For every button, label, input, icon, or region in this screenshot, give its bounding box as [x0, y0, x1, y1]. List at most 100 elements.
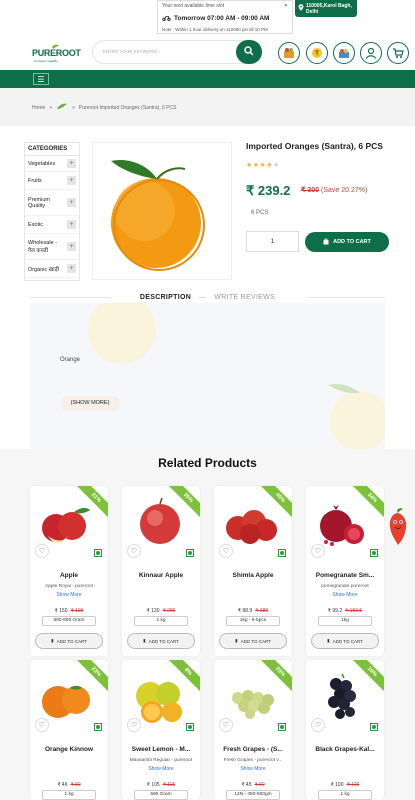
product-card[interactable]: 45% ♡ Shimla Apple ₹ 98.9 ₹ 180 1kg - 6-5pcs ▮… — [214, 486, 292, 656]
heart-icon[interactable]: ♡ — [311, 544, 325, 558]
veg-mark-icon — [370, 549, 378, 557]
mrp-value: ₹ 300 — [301, 187, 320, 194]
product-card[interactable]: 16%♡Black Grapes-Kal...₹ 100₹ 1201 kg▮AD… — [306, 660, 384, 800]
veg-mark-icon — [370, 723, 378, 731]
sale-price: ₹ 98.9 — [237, 608, 253, 614]
coin-offer-icon[interactable]: ₹ — [306, 42, 328, 64]
category-item-exotic[interactable]: Exotic + — [25, 216, 79, 234]
product-image[interactable] — [92, 142, 232, 280]
mrp-price: ₹ 60 — [254, 782, 265, 788]
bag-icon: ▮ — [143, 638, 146, 643]
basket-icon[interactable] — [278, 42, 300, 64]
product-name[interactable]: Orange Kinnow — [30, 746, 108, 753]
heart-icon[interactable]: ♡ — [127, 718, 141, 732]
add-to-cart-button[interactable]: ▮ ADD TO CART — [219, 633, 287, 649]
plus-icon[interactable]: + — [67, 176, 76, 185]
product-card[interactable]: 21% ♡ Apple Apple Royal - pureroot Show More… — [30, 486, 108, 656]
category-label: Premium Quality — [28, 196, 51, 209]
description-image — [88, 303, 385, 449]
search-button[interactable] — [236, 40, 262, 64]
weight-select[interactable]: 1kg — [318, 616, 372, 626]
breadcrumb-area: Home » » Pureroot Imported Oranges (Sant… — [0, 88, 415, 126]
category-item-organic[interactable]: Organic खाड़ी + — [25, 260, 79, 278]
show-more-link[interactable]: Show More — [122, 766, 200, 772]
product-name[interactable]: Pomegranate Sm... — [306, 572, 384, 579]
weight-select[interactable]: 500 Gram — [134, 790, 188, 800]
add-to-cart-button[interactable]: ▮ ADD TO CART — [35, 633, 103, 649]
breadcrumb-separator-icon: » — [49, 105, 53, 111]
category-item-wholesale[interactable]: Wholesale - गैल कपडी + — [25, 234, 79, 260]
heart-icon[interactable]: ♡ — [219, 544, 233, 558]
add-to-cart-button[interactable]: ▮ ADD TO CART — [311, 633, 379, 649]
product-name[interactable]: Black Grapes-Kal... — [306, 746, 384, 753]
cart-icon[interactable] — [387, 42, 409, 64]
price-row: ₹ 130 ₹ 200 — [122, 608, 200, 614]
quantity-input[interactable]: 1 — [246, 231, 299, 252]
mrp-price: ₹ 199 — [70, 608, 84, 614]
user-account-icon[interactable] — [360, 42, 382, 64]
breadcrumb-current: Pureroot Imported Oranges (Santra), 6 PC… — [78, 105, 177, 111]
category-label: Organic खाड़ी — [28, 266, 60, 273]
product-unit: 6 PCS — [251, 210, 269, 216]
product-card[interactable]: 8% ♡ Sweet Lemon - M... Mausambi Regular - … — [122, 660, 200, 800]
category-item-fruits[interactable]: Fruits + — [25, 172, 79, 190]
heart-icon[interactable]: ♡ — [311, 718, 325, 732]
add-to-cart-label: ADD TO CART — [56, 638, 87, 644]
nav-bar: ☰ — [0, 70, 415, 88]
show-more-button[interactable]: (SHOW MORE) — [60, 396, 120, 411]
sale-price: ₹ 100 — [330, 782, 344, 788]
heart-icon[interactable]: ♡ — [127, 544, 141, 558]
show-more-link[interactable]: Show More — [306, 592, 384, 598]
add-to-cart-button[interactable]: ▮ ADD TO CART — [127, 633, 195, 649]
plus-icon[interactable]: + — [67, 159, 76, 168]
add-to-cart-label: ADD TO CART — [332, 638, 363, 644]
product-card[interactable]: 35% ♡ Kinnaur Apple ₹ 130 ₹ 200 1 kg ▮ ADD TO C… — [122, 486, 200, 656]
price-row: ₹ 99.2 ₹ 150.5 — [306, 608, 384, 614]
product-name[interactable]: Shimla Apple — [214, 572, 292, 579]
plus-icon[interactable]: + — [67, 264, 76, 273]
tab-description[interactable]: DESCRIPTION — [140, 294, 191, 301]
tab-write-reviews[interactable]: WRITE REVIEWS — [214, 294, 275, 301]
gift-basket-icon[interactable] — [333, 42, 355, 64]
add-to-cart-label: ADD TO CART — [240, 638, 271, 644]
product-name[interactable]: Sweet Lemon - M... — [122, 746, 200, 753]
plus-icon[interactable]: + — [67, 220, 76, 229]
product-tabs: DESCRIPTION — WRITE REVIEWS — [30, 291, 385, 303]
product-card[interactable]: 34% ♡ Pomegranate Sm... pomegranate pureroo… — [306, 486, 384, 656]
show-more-link[interactable]: Show More — [30, 592, 108, 598]
breadcrumb-home[interactable]: Home — [32, 105, 45, 111]
sale-price: ₹ 46 — [57, 782, 68, 788]
weight-select[interactable]: 1kg - 6-5pcs — [226, 616, 280, 626]
product-name[interactable]: Fresh Grapes - (S... — [214, 746, 292, 753]
product-name[interactable]: Kinnaur Apple — [122, 572, 200, 579]
weight-select[interactable]: 1 kg — [134, 616, 188, 626]
category-label: Fruits — [28, 177, 42, 184]
close-icon[interactable]: ✕ — [284, 3, 288, 9]
logo[interactable]: PUREROOT Consume Healthy — [30, 44, 81, 64]
scooter-icon — [162, 14, 171, 23]
product-card[interactable]: 23%♡Orange Kinnow₹ 46₹ 601 kg▮ADD TO CAR… — [30, 660, 108, 800]
sale-price: ₹ 130 — [146, 608, 160, 614]
weight-select[interactable]: 1 kg — [42, 790, 96, 800]
price-row: ₹ 45 ₹ 60 — [214, 782, 292, 788]
weight-select[interactable]: 500-600 Gram — [42, 616, 96, 626]
show-more-link[interactable]: Show More — [214, 766, 292, 772]
category-item-premium-quality[interactable]: Premium Quality + — [25, 190, 79, 216]
heart-icon[interactable]: ♡ — [219, 718, 233, 732]
hamburger-menu-icon[interactable]: ☰ — [33, 73, 49, 85]
weight-select[interactable]: 12N - 450-500gm — [226, 790, 280, 800]
veg-mark-icon — [278, 549, 286, 557]
weight-select[interactable]: 1 kg — [318, 790, 372, 800]
plus-icon[interactable]: + — [67, 198, 76, 207]
heart-icon[interactable]: ♡ — [35, 544, 49, 558]
tab-separator: — — [199, 293, 207, 301]
veg-mark-icon — [94, 549, 102, 557]
product-subtitle: Fresh Grapes - pureroot v... — [223, 758, 283, 763]
plus-icon[interactable]: + — [67, 242, 76, 251]
heart-icon[interactable]: ♡ — [35, 718, 49, 732]
category-item-vegetables[interactable]: Vegetables + — [25, 156, 79, 172]
location-pill[interactable]: 110005,Karol Bagh, Delhi — [295, 0, 357, 17]
product-name[interactable]: Apple — [30, 572, 108, 579]
add-to-cart-button[interactable]: ADD TO CART — [305, 232, 389, 252]
product-card[interactable]: 25% ♡ Fresh Grapes - (S... Fresh Grapes - p… — [214, 660, 292, 800]
